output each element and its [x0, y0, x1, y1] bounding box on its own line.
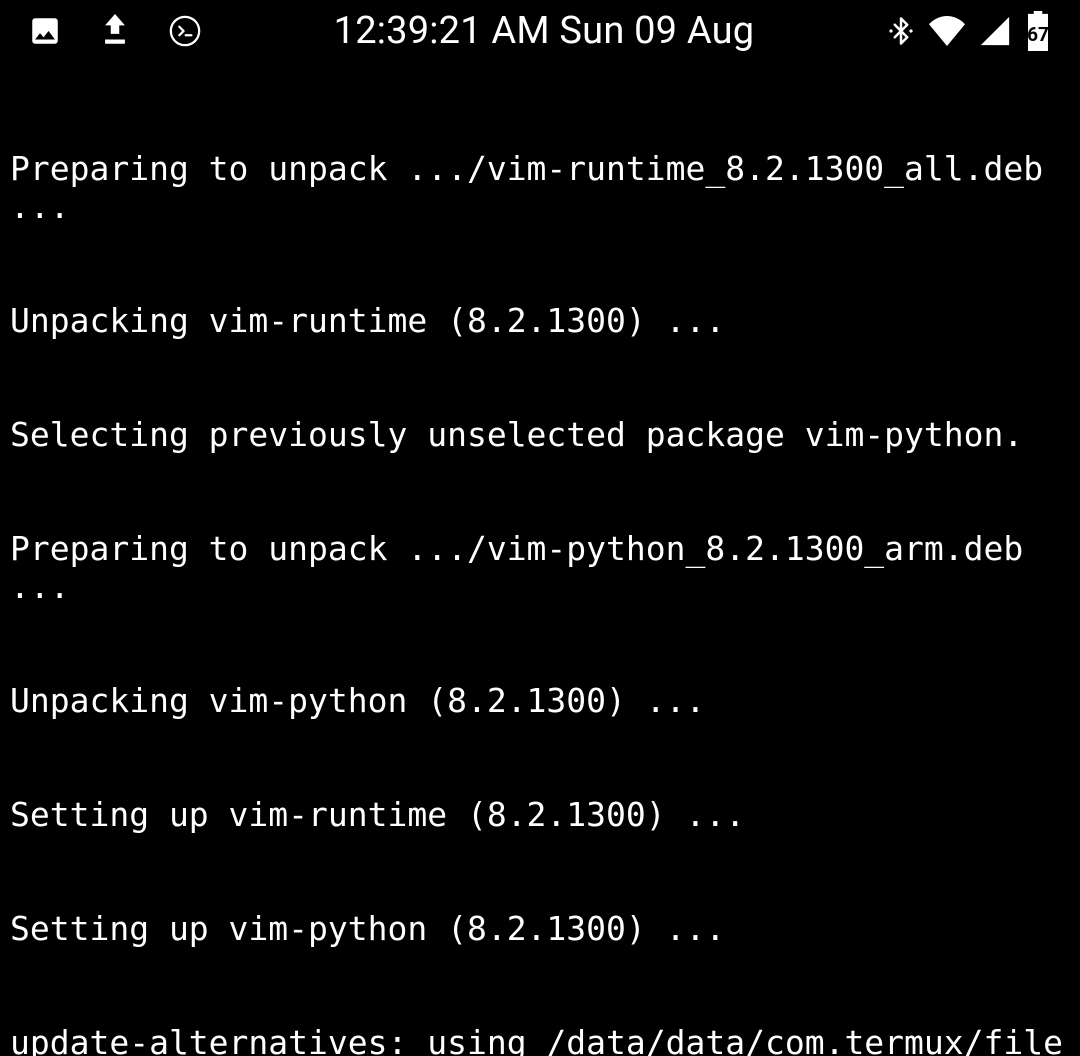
status-bar: 12:39:21 AM Sun 09 Aug 67 — [0, 0, 1080, 62]
terminal-line: Selecting previously unselected package … — [10, 416, 1070, 454]
terminal-output[interactable]: Preparing to unpack .../vim-runtime_8.2.… — [0, 62, 1080, 1056]
status-left — [28, 11, 202, 51]
cellular-signal-icon — [978, 16, 1012, 46]
status-clock: 12:39:21 AM Sun 09 Aug — [202, 9, 886, 53]
terminal-app-icon — [168, 14, 202, 48]
terminal-line: Setting up vim-runtime (8.2.1300) ... — [10, 796, 1070, 834]
upload-icon — [98, 11, 132, 51]
battery-percentage: 67 — [1027, 23, 1049, 46]
terminal-line: Unpacking vim-python (8.2.1300) ... — [10, 682, 1070, 720]
terminal-line: update-alternatives: using /data/data/co… — [10, 1024, 1070, 1056]
status-right: 67 — [886, 11, 1052, 51]
wifi-icon — [928, 16, 966, 46]
terminal-line: Preparing to unpack .../vim-runtime_8.2.… — [10, 150, 1070, 226]
image-icon — [28, 14, 62, 48]
terminal-line: Preparing to unpack .../vim-python_8.2.1… — [10, 530, 1070, 606]
battery-icon: 67 — [1024, 11, 1052, 51]
bluetooth-icon — [886, 14, 916, 48]
terminal-line: Unpacking vim-runtime (8.2.1300) ... — [10, 302, 1070, 340]
terminal-line: Setting up vim-python (8.2.1300) ... — [10, 910, 1070, 948]
